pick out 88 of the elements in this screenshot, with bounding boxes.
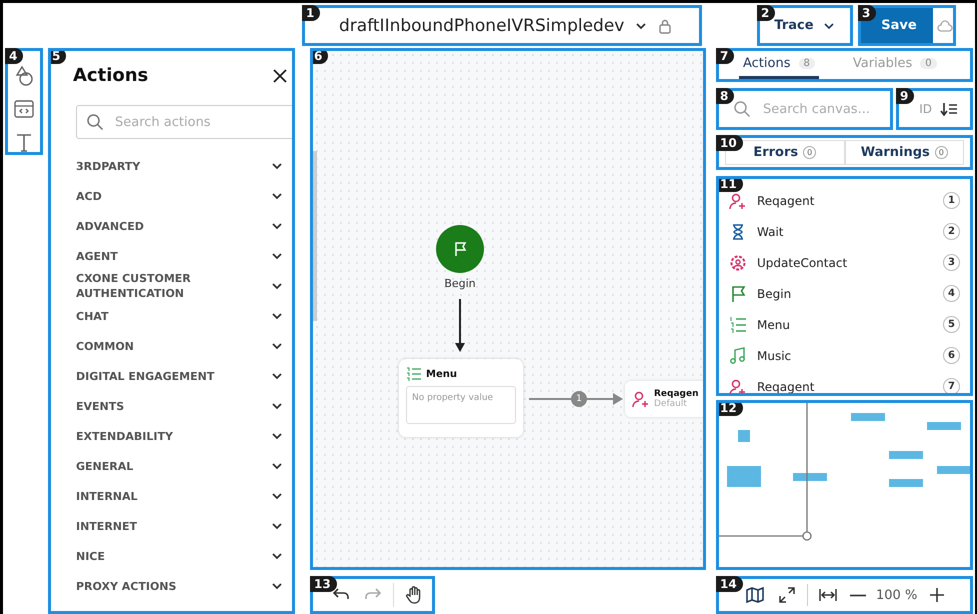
- number-badge: 7: [943, 378, 960, 393]
- action-list-item[interactable]: Reqagent 7: [729, 371, 960, 393]
- sort-control[interactable]: 9 ID: [896, 88, 973, 130]
- sort-icon: [940, 101, 958, 117]
- callout-badge: 11: [719, 179, 743, 192]
- action-list-item[interactable]: Begin 4: [729, 278, 960, 309]
- category-row[interactable]: ACD: [73, 181, 292, 211]
- close-button[interactable]: [272, 68, 288, 84]
- category-row[interactable]: DIGITAL ENGAGEMENT: [73, 361, 292, 391]
- search-field[interactable]: Search canvas...: [763, 102, 888, 116]
- category-row[interactable]: CXONE CUSTOMER AUTHENTICATION: [73, 271, 292, 301]
- add-person-icon: [729, 192, 747, 210]
- action-list-item[interactable]: Menu 5: [729, 309, 960, 340]
- number-badge: 6: [943, 347, 960, 364]
- menu-node[interactable]: Menu No property value: [399, 359, 523, 437]
- action-list-item[interactable]: Wait 2: [729, 216, 960, 247]
- number-badge: 2: [943, 223, 960, 240]
- callout-badge: 7: [716, 48, 734, 64]
- scrollbar[interactable]: [313, 151, 317, 321]
- category-row[interactable]: ADVANCED: [73, 211, 292, 241]
- callout-badge: 1: [302, 5, 320, 21]
- flag-icon: [729, 284, 747, 302]
- category-row[interactable]: GENERAL: [73, 451, 292, 481]
- category-row[interactable]: CHAT: [73, 301, 292, 331]
- callout-badge: 4: [5, 48, 24, 64]
- fullscreen-icon: [777, 585, 797, 605]
- category-row[interactable]: 3RDPARTY: [73, 151, 292, 181]
- add-person-icon: [729, 378, 747, 393]
- category-row[interactable]: NICE: [73, 541, 292, 571]
- callout-badge: 6: [313, 51, 328, 64]
- callout-badge: 12: [719, 403, 743, 416]
- action-list-item[interactable]: UpdateContact 3: [729, 247, 960, 278]
- search-field[interactable]: Search actions: [76, 105, 292, 139]
- count-badge: 0: [803, 146, 816, 159]
- trace-button[interactable]: 2 Trace: [757, 5, 853, 46]
- number-badge: 3: [943, 254, 960, 271]
- count-badge: 0: [920, 58, 937, 69]
- search-box[interactable]: 8 Search canvas...: [716, 88, 893, 130]
- begin-node[interactable]: [436, 225, 484, 273]
- minimap[interactable]: 12: [716, 400, 973, 570]
- zoom-level: 100 %: [875, 588, 918, 602]
- reqagent-node[interactable]: Reqagen Default: [625, 381, 703, 417]
- node-title: Menu: [426, 368, 457, 380]
- callout-badge: 14: [716, 576, 743, 592]
- flag-icon: [453, 241, 467, 257]
- number-badge: 4: [943, 285, 960, 302]
- category-row[interactable]: INTERNAL: [73, 481, 292, 511]
- callout-badge: 2: [757, 5, 776, 21]
- music-note-icon: [729, 346, 747, 364]
- callout-badge: 10: [716, 135, 743, 151]
- category-row[interactable]: AGENT: [73, 241, 292, 271]
- flow-title: draftIInboundPhoneIVRSimpledev: [339, 16, 624, 36]
- zoom-out-icon: [850, 594, 866, 596]
- connector-label: 1: [571, 391, 587, 407]
- add-person-icon: [632, 390, 650, 408]
- panel-title: Actions: [73, 65, 148, 86]
- property-field: No property value: [406, 386, 516, 424]
- search-icon: [733, 100, 751, 118]
- number-badge: 1: [943, 192, 960, 209]
- category-row[interactable]: EXTENDABILITY: [73, 421, 292, 451]
- sort-label: ID: [919, 102, 932, 116]
- map-icon: [745, 585, 765, 605]
- filter-button[interactable]: Warnings 0: [844, 140, 964, 165]
- search-icon: [86, 113, 104, 131]
- number-badge: 5: [943, 316, 960, 333]
- connector-arrow: [454, 299, 466, 353]
- count-badge: 8: [798, 58, 815, 69]
- category-row[interactable]: EVENTS: [73, 391, 292, 421]
- count-badge: 0: [934, 146, 948, 159]
- numbered-list-icon: [729, 316, 747, 334]
- category-row[interactable]: PROXY ACTIONS: [73, 571, 292, 601]
- lock-icon: [658, 18, 672, 34]
- callout-badge: 8: [716, 88, 734, 104]
- cloud-icon: [937, 20, 953, 32]
- node-subtitle: Default: [654, 399, 688, 409]
- code-window-icon: [13, 99, 35, 119]
- node-title: Reqagen: [654, 389, 699, 399]
- shapes-icon: [13, 65, 35, 87]
- callout-badge: 5: [51, 51, 66, 64]
- numbered-list-icon: [406, 367, 422, 381]
- callout-badge: 9: [896, 88, 914, 104]
- callout-badge: 13: [310, 576, 337, 592]
- tab[interactable]: Actions 8: [739, 51, 819, 79]
- category-row[interactable]: COMMON: [73, 331, 292, 361]
- node-label: Begin: [443, 277, 477, 290]
- callout-badge: 3: [858, 5, 876, 21]
- action-list-item[interactable]: Music 6: [729, 340, 960, 371]
- category-row[interactable]: INTERNET: [73, 511, 292, 541]
